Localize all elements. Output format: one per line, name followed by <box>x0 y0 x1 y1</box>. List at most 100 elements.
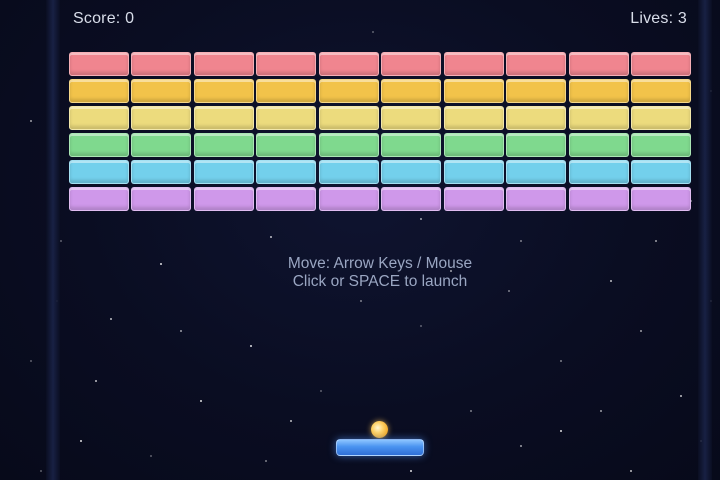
brick <box>568 133 629 157</box>
brick <box>256 52 317 76</box>
brick-row <box>69 106 691 130</box>
brick <box>318 52 379 76</box>
star <box>410 470 412 472</box>
brick <box>256 160 317 184</box>
brick <box>568 52 629 76</box>
brick <box>256 187 317 211</box>
star <box>320 390 322 392</box>
brick <box>506 52 567 76</box>
brick <box>381 52 442 76</box>
brick-row <box>69 187 691 211</box>
star <box>470 410 472 412</box>
score-label: Score: 0 <box>73 10 135 27</box>
brick <box>381 133 442 157</box>
star <box>420 218 422 220</box>
instructions-controls: Move: Arrow Keys / Mouse <box>287 255 473 272</box>
star <box>60 240 62 242</box>
brick <box>443 160 504 184</box>
brick-row <box>69 160 691 184</box>
brick <box>568 160 629 184</box>
brick <box>318 187 379 211</box>
brick <box>568 106 629 130</box>
brick <box>630 79 691 103</box>
brick <box>506 106 567 130</box>
star <box>265 460 267 462</box>
left-wall <box>46 0 60 480</box>
brick <box>506 187 567 211</box>
brick <box>318 133 379 157</box>
star <box>250 345 252 347</box>
brick <box>69 187 130 211</box>
star <box>520 445 522 447</box>
star <box>560 360 562 362</box>
brick <box>131 133 192 157</box>
brick <box>443 52 504 76</box>
brick <box>131 106 192 130</box>
brick <box>193 106 254 130</box>
brick <box>69 79 130 103</box>
brick <box>193 160 254 184</box>
star <box>560 430 562 432</box>
star <box>655 240 657 242</box>
brick <box>318 79 379 103</box>
star <box>610 280 612 282</box>
game-canvas[interactable]: Score: 0 Lives: 3 Move: Arrow Keys / Mou… <box>0 0 720 480</box>
star <box>640 330 642 332</box>
brick <box>443 187 504 211</box>
brick <box>630 52 691 76</box>
brick <box>69 133 130 157</box>
star <box>160 263 162 265</box>
star <box>200 400 202 402</box>
star <box>150 455 152 457</box>
brick <box>381 79 442 103</box>
brick <box>443 79 504 103</box>
star <box>180 330 182 332</box>
right-wall <box>698 0 712 480</box>
star <box>270 236 272 238</box>
brick <box>193 79 254 103</box>
star <box>110 318 112 320</box>
star <box>30 120 32 122</box>
star <box>360 300 362 302</box>
brick <box>131 160 192 184</box>
paddle[interactable] <box>336 439 424 456</box>
brick-row <box>69 133 691 157</box>
brick <box>568 79 629 103</box>
star <box>680 395 682 397</box>
star <box>520 240 522 242</box>
brick <box>131 52 192 76</box>
brick <box>256 79 317 103</box>
star <box>40 470 42 472</box>
brick <box>381 106 442 130</box>
brick <box>506 79 567 103</box>
brick <box>630 106 691 130</box>
star <box>290 420 292 422</box>
brick <box>69 106 130 130</box>
ball <box>371 421 388 438</box>
brick <box>69 160 130 184</box>
star <box>95 380 97 382</box>
brick <box>193 187 254 211</box>
star <box>80 440 82 442</box>
brick-row <box>69 79 691 103</box>
brick <box>318 106 379 130</box>
brick <box>193 52 254 76</box>
brick <box>630 133 691 157</box>
brick-row <box>69 52 691 76</box>
star <box>600 410 602 412</box>
lives-label: Lives: 3 <box>630 10 687 27</box>
brick <box>506 160 567 184</box>
brick <box>193 133 254 157</box>
brick <box>256 106 317 130</box>
brick <box>381 160 442 184</box>
star <box>30 360 32 362</box>
star <box>420 325 422 327</box>
star <box>372 31 374 33</box>
brick <box>630 187 691 211</box>
brick <box>568 187 629 211</box>
brick <box>506 133 567 157</box>
star <box>630 470 632 472</box>
instructions-launch: Click or SPACE to launch <box>292 273 468 290</box>
brick <box>131 187 192 211</box>
brick <box>256 133 317 157</box>
